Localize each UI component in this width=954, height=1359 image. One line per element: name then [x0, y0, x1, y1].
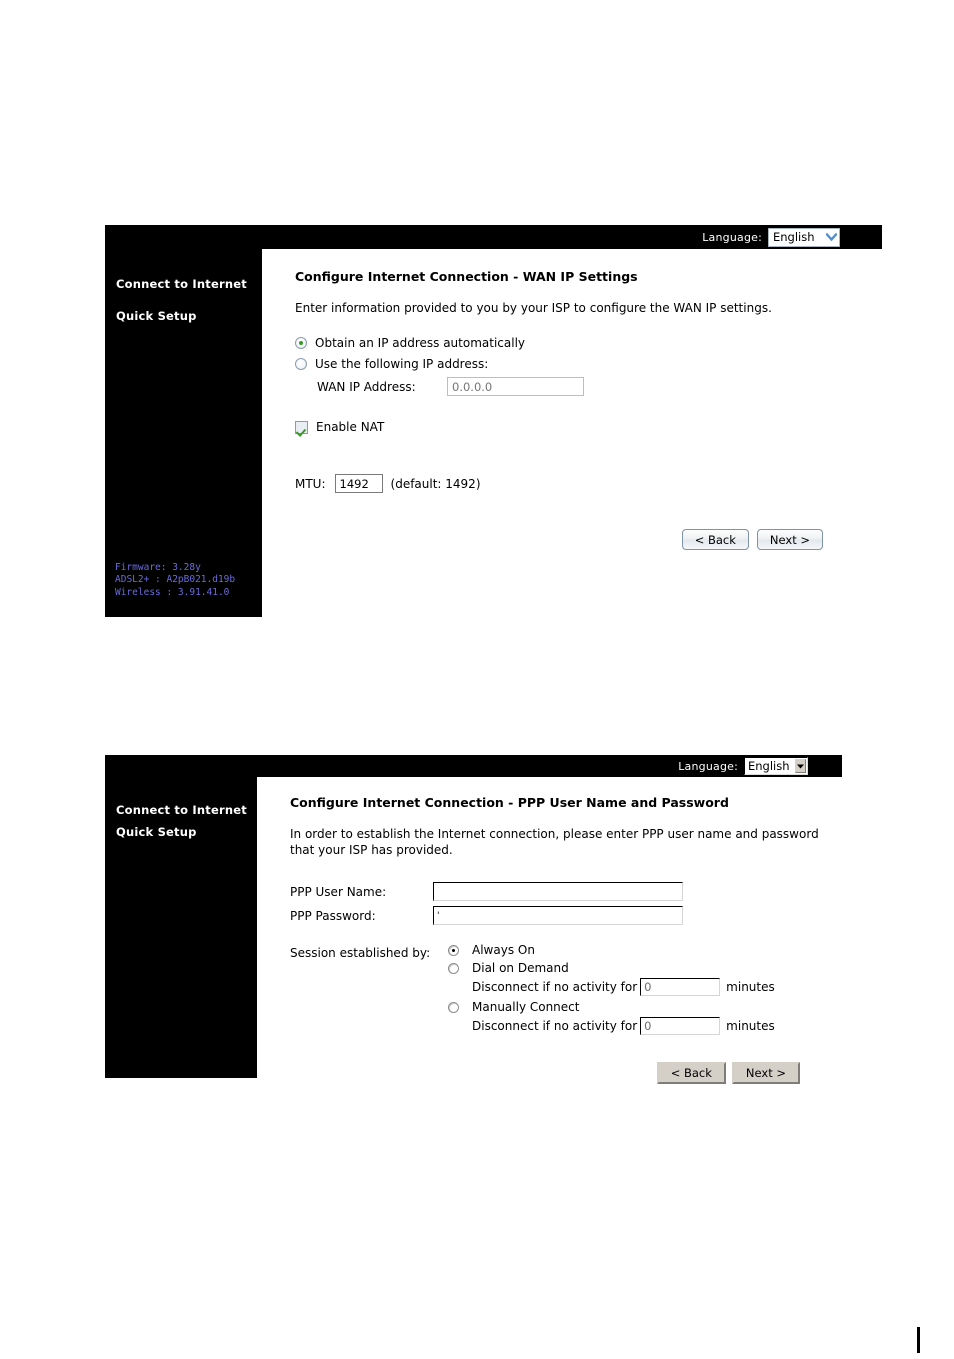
- radio-always-on-label: Always On: [472, 943, 535, 957]
- ppp-password-input[interactable]: [433, 906, 683, 925]
- session-option-manually-connect[interactable]: Manually Connect: [448, 1000, 850, 1014]
- disconnect-timeout-row-2: Disconnect if no activity for minutes: [472, 1017, 850, 1035]
- radio-row-use-following[interactable]: Use the following IP address:: [295, 357, 880, 371]
- panel1-header-bar: Language: English: [105, 225, 882, 249]
- mtu-input[interactable]: [334, 474, 383, 493]
- radio-obtain-ip-automatically-label: Obtain an IP address automatically: [315, 336, 526, 350]
- panel1-language-group: Language: English: [702, 227, 840, 247]
- back-button[interactable]: < Back: [681, 529, 749, 550]
- chevron-down-icon: [824, 228, 839, 246]
- page-description: In order to establish the Internet conne…: [290, 827, 819, 857]
- page-title: Configure Internet Connection - WAN IP S…: [295, 269, 638, 284]
- panel2-language-group: Language: English: [678, 757, 808, 775]
- enable-nat-row[interactable]: Enable NAT: [295, 420, 880, 434]
- adsl-version-line: ADSL2+ : A2pB021.d19b: [115, 574, 236, 585]
- session-options-group: Always On Dial on Demand Disconnect if n…: [448, 943, 850, 1035]
- session-established-row: Session established by: Always On Dial o…: [290, 943, 850, 1035]
- language-select[interactable]: English: [744, 757, 808, 775]
- ppp-user-name-row: PPP User Name:: [290, 882, 850, 901]
- panel1-sidebar: Connect to Internet Quick Setup Firmware…: [105, 249, 262, 617]
- radio-dial-on-demand-label: Dial on Demand: [472, 961, 569, 975]
- radio-use-following-ip[interactable]: [295, 358, 307, 370]
- disconnect-timeout-input-2[interactable]: [640, 1017, 721, 1035]
- session-established-label: Session established by:: [290, 946, 431, 960]
- mtu-row: MTU: (default: 1492): [295, 474, 880, 493]
- radio-use-following-ip-label: Use the following IP address:: [315, 357, 489, 371]
- checkbox-enable-nat[interactable]: [295, 420, 308, 434]
- wan-ip-address-input[interactable]: [447, 377, 584, 396]
- sidebar-item-connect-to-internet[interactable]: Connect to Internet: [116, 277, 247, 291]
- panel1-button-row: < Back Next >: [295, 529, 823, 550]
- next-button[interactable]: Next >: [731, 1062, 800, 1084]
- radio-always-on[interactable]: [448, 944, 459, 956]
- wan-ip-row: WAN IP Address:: [317, 377, 880, 396]
- wan-ip-address-label: WAN IP Address:: [317, 379, 416, 394]
- sidebar-item-connect-to-internet[interactable]: Connect to Internet: [116, 803, 247, 817]
- page-description: Enter information provided to you by you…: [295, 301, 772, 315]
- wireless-version-line: Wireless : 3.91.41.0: [115, 586, 230, 598]
- panel2-sidebar-nav: Connect to Internet Quick Setup: [116, 803, 247, 839]
- firmware-version-line: Firmware: 3.28y: [115, 561, 201, 573]
- disconnect-timeout-prefix-1: Disconnect if no activity for: [472, 980, 638, 994]
- language-select-value: English: [773, 230, 815, 244]
- panel2-sidebar: Connect to Internet Quick Setup: [105, 777, 257, 1078]
- panel2-header-bar: Language: English: [105, 755, 842, 777]
- panel2-button-row: < Back Next >: [290, 1062, 800, 1084]
- router-panel-ppp-credentials: Language: English Connect to Internet Qu…: [105, 755, 842, 1084]
- session-option-dial-on-demand[interactable]: Dial on Demand: [448, 961, 850, 975]
- mtu-default-hint: (default: 1492): [390, 476, 481, 491]
- panel2-content: Configure Internet Connection - PPP User…: [290, 795, 850, 1084]
- sidebar-item-quick-setup[interactable]: Quick Setup: [116, 309, 247, 323]
- ppp-user-name-input[interactable]: [433, 882, 683, 901]
- radio-obtain-ip-automatically[interactable]: [295, 337, 307, 349]
- radio-manually-connect[interactable]: [448, 1001, 459, 1013]
- mtu-label: MTU:: [295, 476, 326, 491]
- language-select[interactable]: English: [768, 227, 840, 247]
- router-panel-wan-ip: Language: English Connect to Internet Qu…: [105, 225, 882, 620]
- page-edge-mark: [917, 1327, 920, 1353]
- language-label: Language:: [678, 759, 738, 773]
- session-option-always-on[interactable]: Always On: [448, 943, 850, 957]
- disconnect-timeout-input-1[interactable]: [640, 978, 721, 996]
- ppp-password-row: PPP Password:: [290, 906, 850, 925]
- language-label: Language:: [702, 230, 762, 244]
- next-button[interactable]: Next >: [756, 529, 823, 550]
- back-button[interactable]: < Back: [656, 1062, 726, 1084]
- panel1-firmware-info: Firmware: 3.28y ADSL2+ : A2pB021.d19b Wi…: [115, 562, 235, 600]
- disconnect-timeout-prefix-2: Disconnect if no activity for: [472, 1019, 638, 1033]
- radio-dial-on-demand[interactable]: [448, 962, 459, 974]
- disconnect-timeout-suffix-1: minutes: [726, 980, 775, 994]
- page-title: Configure Internet Connection - PPP User…: [290, 795, 729, 810]
- panel1-sidebar-nav: Connect to Internet Quick Setup: [116, 277, 247, 323]
- checkbox-enable-nat-label: Enable NAT: [316, 420, 385, 434]
- disconnect-timeout-suffix-2: minutes: [726, 1019, 775, 1033]
- radio-manually-connect-label: Manually Connect: [472, 1000, 580, 1014]
- ppp-password-label: PPP Password:: [290, 908, 376, 923]
- radio-row-obtain-auto[interactable]: Obtain an IP address automatically: [295, 336, 880, 350]
- ppp-user-name-label: PPP User Name:: [290, 884, 387, 899]
- sidebar-item-quick-setup[interactable]: Quick Setup: [116, 825, 247, 839]
- language-select-value: English: [748, 759, 790, 773]
- panel1-content: Configure Internet Connection - WAN IP S…: [295, 269, 880, 550]
- chevron-down-icon: [794, 759, 806, 773]
- disconnect-timeout-row-1: Disconnect if no activity for minutes: [472, 978, 850, 996]
